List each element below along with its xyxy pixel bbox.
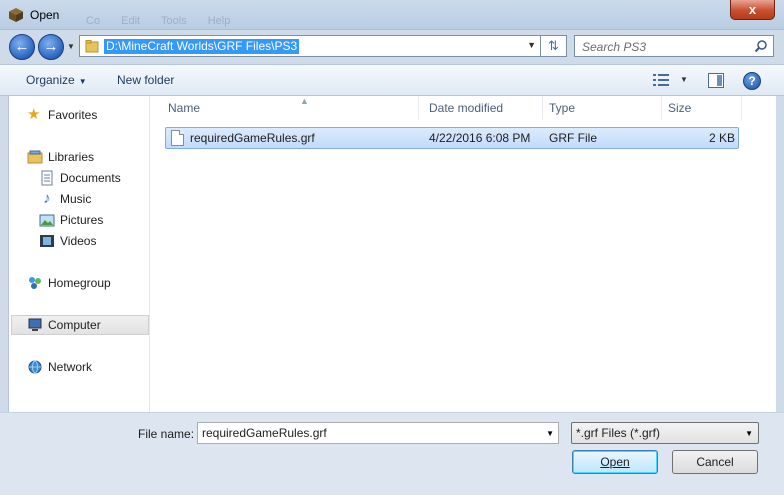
sidebar-item-network[interactable]: Network	[27, 357, 92, 377]
sidebar-item-label: Libraries	[48, 150, 95, 164]
ghost-menu-item: Help	[207, 15, 231, 27]
refresh-button[interactable]: ⇅	[541, 35, 567, 57]
sidebar-item-label: Pictures	[60, 213, 104, 227]
title-bar: Open Co Edit Tools Help x	[0, 0, 784, 30]
table-row[interactable]: requiredGameRules.grf 4/22/2016 6:08 PM …	[165, 127, 739, 149]
sidebar-item-label: Videos	[60, 234, 97, 248]
background-menu: Co Edit Tools Help	[86, 15, 248, 27]
sidebar-item-label: Computer	[48, 318, 101, 332]
chevron-down-icon: ▼	[78, 77, 87, 86]
new-folder-label: New folder	[117, 73, 175, 87]
chevron-down-icon: ▼	[745, 429, 753, 438]
column-header-type[interactable]: Type	[543, 96, 662, 120]
chevron-down-icon[interactable]: ▼	[680, 75, 688, 84]
file-size: 2 KB	[708, 131, 735, 145]
cancel-button-label: Cancel	[696, 455, 734, 469]
sidebar-item-libraries[interactable]: Libraries	[27, 147, 94, 167]
search-icon[interactable]	[754, 39, 768, 53]
sidebar-item-music[interactable]: ♪ Music	[39, 189, 91, 209]
folder-icon	[85, 40, 99, 53]
sidebar-item-homegroup[interactable]: Homegroup	[27, 273, 111, 293]
sidebar-item-documents[interactable]: Documents	[39, 168, 121, 188]
file-name-label: File name:	[138, 427, 195, 441]
column-label: Size	[668, 101, 692, 115]
organize-label: Organize	[26, 73, 75, 87]
view-options-icon[interactable]	[653, 74, 669, 86]
open-button-label: Open	[600, 455, 630, 469]
pictures-icon	[39, 214, 55, 227]
column-header-name[interactable]: ▲ Name	[162, 96, 419, 120]
minecraft-block-icon	[9, 8, 23, 22]
sort-ascending-icon: ▲	[300, 96, 309, 106]
libraries-icon	[27, 150, 43, 164]
documents-icon	[41, 170, 53, 186]
sidebar-item-videos[interactable]: Videos	[39, 231, 96, 251]
sidebar-item-favorites[interactable]: ★ Favorites	[27, 105, 97, 125]
file-type-filter-value: *.grf Files (*.grf)	[576, 426, 661, 440]
sidebar-item-label: Documents	[60, 171, 121, 185]
navigation-pane: ★ Favorites Libraries Documents ♪ Music …	[8, 96, 150, 412]
file-list: ▲ Name Date modified Type Size requiredG…	[150, 96, 776, 412]
open-button[interactable]: Open	[572, 450, 658, 474]
back-button[interactable]: ←	[9, 34, 35, 60]
preview-pane-icon[interactable]	[708, 73, 724, 88]
window-frame	[776, 96, 784, 412]
organize-button[interactable]: Organize ▼	[26, 73, 87, 87]
file-name: requiredGameRules.grf	[190, 131, 315, 145]
computer-icon	[28, 318, 42, 331]
search-placeholder: Search PS3	[582, 40, 647, 54]
file-icon	[171, 130, 184, 146]
chevron-down-icon[interactable]: ▼	[546, 429, 554, 438]
star-icon: ★	[27, 106, 41, 123]
arrow-left-icon: ←	[14, 38, 30, 55]
sidebar-item-label: Favorites	[48, 108, 98, 122]
address-row: ← → ▼ D:\MineCraft Worlds\GRF Files\PS3 …	[0, 30, 784, 64]
music-note-icon: ♪	[43, 190, 51, 207]
column-label: Date modified	[429, 101, 504, 115]
network-icon	[28, 360, 42, 374]
column-label: Name	[168, 101, 201, 115]
file-type-filter[interactable]: *.grf Files (*.grf) ▼	[571, 422, 759, 444]
ghost-menu-item: Co	[86, 15, 101, 27]
chevron-down-icon[interactable]: ▼	[527, 40, 536, 50]
ghost-menu-item: Edit	[121, 15, 141, 27]
help-icon[interactable]: ?	[743, 72, 761, 90]
homegroup-icon	[29, 277, 41, 289]
new-folder-button[interactable]: New folder	[117, 73, 174, 87]
recent-locations-dropdown[interactable]: ▼	[67, 42, 75, 51]
refresh-icon: ⇅	[548, 38, 559, 53]
search-input[interactable]: Search PS3	[574, 35, 774, 57]
address-path[interactable]: D:\MineCraft Worlds\GRF Files\PS3	[104, 39, 300, 54]
command-bar: Organize ▼ New folder ▼ ?	[0, 64, 784, 96]
ghost-menu-item: Tools	[160, 15, 187, 27]
videos-icon	[40, 235, 54, 247]
column-header-size[interactable]: Size	[662, 96, 742, 120]
window-title: Open	[30, 8, 60, 22]
sidebar-item-label: Network	[48, 360, 93, 374]
arrow-right-icon: →	[43, 38, 59, 55]
close-icon: x	[748, 2, 757, 17]
file-type: GRF File	[549, 131, 597, 145]
column-label: Type	[549, 101, 576, 115]
file-date-modified: 4/22/2016 6:08 PM	[429, 131, 531, 145]
close-button[interactable]: x	[730, 0, 775, 20]
sidebar-item-computer[interactable]: Computer	[11, 315, 149, 335]
forward-button[interactable]: →	[38, 34, 64, 60]
sidebar-item-pictures[interactable]: Pictures	[39, 210, 103, 230]
footer-panel: File name: requiredGameRules.grf ▼ *.grf…	[0, 412, 784, 495]
sidebar-item-label: Music	[60, 192, 92, 206]
file-name-value[interactable]: requiredGameRules.grf	[202, 426, 327, 440]
address-bar[interactable]: D:\MineCraft Worlds\GRF Files\PS3 ▼	[79, 35, 541, 57]
cancel-button[interactable]: Cancel	[672, 450, 758, 474]
column-header-date-modified[interactable]: Date modified	[423, 96, 543, 120]
file-name-field[interactable]: requiredGameRules.grf ▼	[197, 422, 559, 444]
sidebar-item-label: Homegroup	[48, 276, 111, 290]
